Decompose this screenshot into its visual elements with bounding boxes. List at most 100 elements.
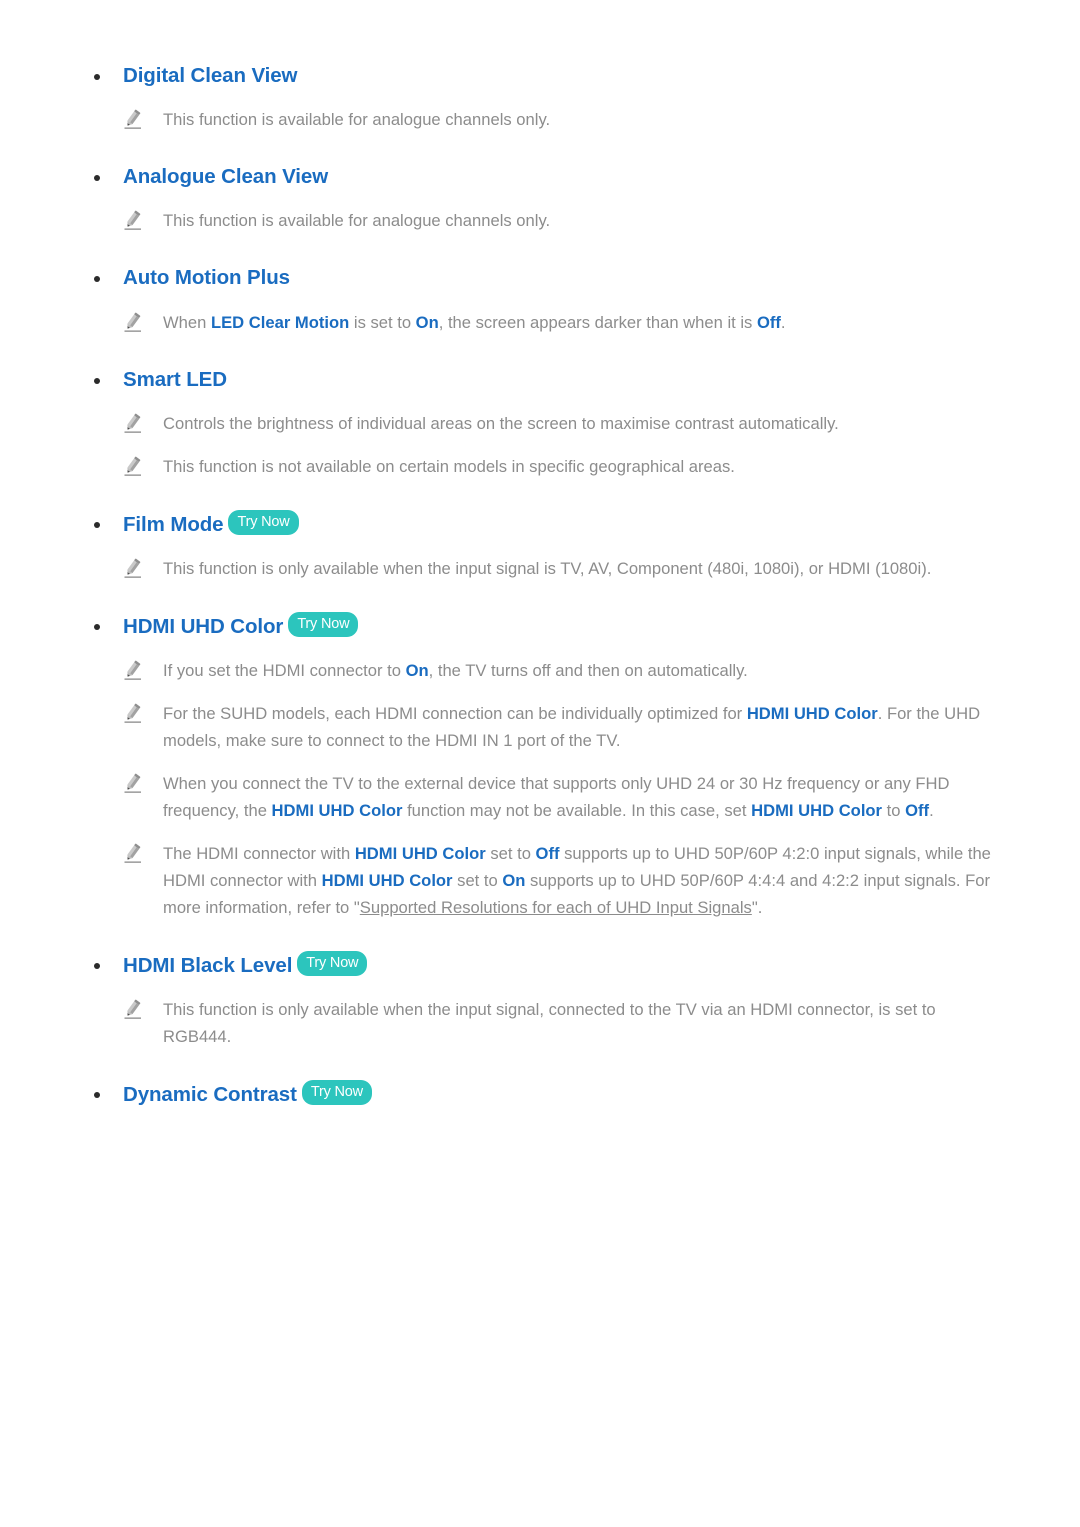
heading-row-smart-led[interactable]: Smart LED <box>85 366 995 394</box>
note-text-run: This function is available for analogue … <box>163 110 551 130</box>
section-heading-label: Film Mode <box>123 512 224 536</box>
heading-row-auto-motion-plus[interactable]: Auto Motion Plus <box>85 264 995 292</box>
bullet-dot-icon <box>94 276 100 283</box>
section-heading-label: Auto Motion Plus <box>123 266 290 290</box>
note-text-run: function may not be available. In this c… <box>402 800 752 820</box>
note-text-run: The HDMI connector with <box>163 843 355 863</box>
bullet-dot-icon <box>94 962 100 969</box>
section-dynamic-contrast: Dynamic Contrast Try Now <box>85 1079 995 1109</box>
note-text: This function is only available when the… <box>163 996 995 1050</box>
inline-term: HDMI UHD Color <box>271 800 403 820</box>
note-row: This function is available for analogue … <box>85 207 995 234</box>
note-text: This function is not available on certai… <box>163 453 995 480</box>
note-text-run: set to <box>452 870 503 890</box>
note-text-run: , the screen appears darker than when it… <box>438 312 757 332</box>
inline-term: Off <box>756 312 781 332</box>
section-digital-clean-view: Digital Clean View This function is avail… <box>85 62 995 133</box>
pencil-icon <box>122 659 144 681</box>
note-text-run: This function is only available when the… <box>163 999 936 1046</box>
section-heading-label: Analogue Clean View <box>123 165 329 189</box>
note-text: The HDMI connector with HDMI UHD Color s… <box>163 840 995 921</box>
pencil-icon <box>122 998 144 1020</box>
bullet-dot-icon <box>94 377 100 384</box>
section-auto-motion-plus: Auto Motion Plus When LED Clear Motion is… <box>85 264 995 335</box>
note-text: When you connect the TV to the external … <box>163 770 995 824</box>
note-text-run: is set to <box>349 312 416 332</box>
note-text: When LED Clear Motion is set to On, the … <box>163 309 995 336</box>
note-text: For the SUHD models, each HDMI connectio… <box>163 700 995 754</box>
try-now-badge[interactable]: Try Now <box>301 1079 372 1106</box>
pencil-icon <box>122 455 144 477</box>
inline-term: HDMI UHD Color <box>321 870 453 890</box>
note-text-run: If you set the HDMI connector to <box>163 660 406 680</box>
try-now-badge[interactable]: Try Now <box>228 509 299 536</box>
section-film-mode: Film Mode Try Now This function is only av… <box>85 509 995 582</box>
inline-term: On <box>405 660 429 680</box>
pencil-icon <box>122 311 144 333</box>
try-now-badge[interactable]: Try Now <box>297 950 368 977</box>
note-text-run: , the TV turns off and then on automatic… <box>428 660 748 680</box>
note-text-run: . <box>929 800 934 820</box>
section-heading-label: HDMI Black Level <box>123 953 293 977</box>
pencil-icon <box>122 108 144 130</box>
pencil-icon <box>122 412 144 434</box>
note-text-run: This function is only available when the… <box>163 558 932 578</box>
section-heading-label: Digital Clean View <box>123 64 298 87</box>
inline-term: Off <box>905 800 930 820</box>
note-text-run: Controls the brightness of individual ar… <box>163 413 839 433</box>
section-heading-label: Smart LED <box>123 367 227 391</box>
bullet-dot-icon <box>94 175 100 182</box>
pencil-icon <box>122 842 144 864</box>
note-text: This function is available for analogue … <box>163 106 995 133</box>
note-row: This function is only available when the… <box>85 555 995 582</box>
pencil-icon <box>122 772 144 794</box>
inline-term: On <box>415 312 439 332</box>
note-text-run: When <box>163 312 211 332</box>
note-row: When you connect the TV to the external … <box>85 770 995 824</box>
note-text-run: This function is available for analogue … <box>163 211 551 231</box>
note-row: For the SUHD models, each HDMI connectio… <box>85 700 995 754</box>
note-row: If you set the HDMI connector to On, the… <box>85 657 995 684</box>
section-hdmi-uhd-color: HDMI UHD Color Try Now If you set the HDMI… <box>85 611 995 921</box>
inline-term: HDMI UHD Color <box>354 843 486 863</box>
note-row: This function is available for analogue … <box>85 106 995 133</box>
note-row: This function is not available on certai… <box>85 453 995 480</box>
heading-row-hdmi-black-level[interactable]: HDMI Black Level Try Now <box>85 950 995 980</box>
bullet-dot-icon <box>94 623 100 630</box>
note-text-run: This function is not available on certai… <box>163 456 735 476</box>
pencil-icon <box>122 557 144 579</box>
heading-row-hdmi-uhd-color[interactable]: HDMI UHD Color Try Now <box>85 611 995 641</box>
inline-term: LED Clear Motion <box>210 312 350 332</box>
note-text-run: For the SUHD models, each HDMI connectio… <box>163 703 747 723</box>
heading-row-film-mode[interactable]: Film Mode Try Now <box>85 509 995 539</box>
note-row: When LED Clear Motion is set to On, the … <box>85 309 995 336</box>
section-heading-label: HDMI UHD Color <box>123 614 284 638</box>
cross-reference-link[interactable]: Supported Resolutions for each of UHD In… <box>360 898 752 917</box>
heading-row-digital-clean-view[interactable]: Digital Clean View <box>85 62 995 90</box>
note-text: This function is available for analogue … <box>163 207 995 234</box>
bullet-dot-icon <box>94 521 100 528</box>
try-now-badge[interactable]: Try Now <box>288 611 359 638</box>
section-analogue-clean-view: Analogue Clean View This function is avai… <box>85 163 995 234</box>
note-text: Controls the brightness of individual ar… <box>163 410 995 437</box>
note-row: Controls the brightness of individual ar… <box>85 410 995 437</box>
inline-term: HDMI UHD Color <box>751 800 883 820</box>
heading-row-analogue-clean-view[interactable]: Analogue Clean View <box>85 163 995 191</box>
inline-term: On <box>502 870 526 890</box>
inline-term: Off <box>535 843 560 863</box>
document-page: Digital Clean View This function is avail… <box>0 0 1080 1527</box>
section-smart-led: Smart LED Controls the brightness of indi… <box>85 366 995 480</box>
note-row: The HDMI connector with HDMI UHD Color s… <box>85 840 995 921</box>
note-text-run: set to <box>485 843 536 863</box>
note-row: This function is only available when the… <box>85 996 995 1050</box>
bullet-dot-icon <box>94 1091 100 1098</box>
content-root: Digital Clean View This function is avail… <box>85 62 995 1109</box>
heading-row-dynamic-contrast[interactable]: Dynamic Contrast Try Now <box>85 1079 995 1109</box>
bullet-dot-icon <box>94 74 100 80</box>
inline-term: HDMI UHD Color <box>746 703 878 723</box>
section-heading-label: Dynamic Contrast <box>123 1082 297 1106</box>
section-hdmi-black-level: HDMI Black Level Try Now This function is … <box>85 950 995 1050</box>
pencil-icon <box>122 702 144 724</box>
pencil-icon <box>122 209 144 231</box>
note-text-run: . <box>780 312 786 332</box>
